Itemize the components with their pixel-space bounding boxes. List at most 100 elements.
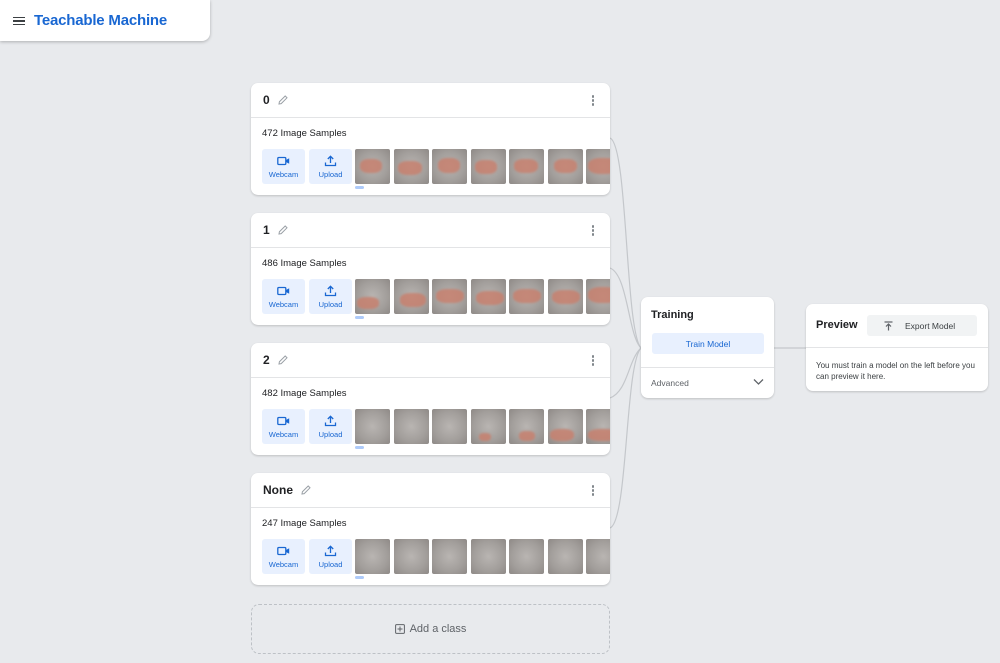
- thumbnail-scrollbar[interactable]: [355, 316, 364, 319]
- export-model-label: Export Model: [905, 320, 956, 331]
- more-vert-icon[interactable]: [591, 355, 595, 367]
- upload-icon: [324, 544, 337, 556]
- sample-thumbnail[interactable]: [547, 409, 583, 444]
- train-model-button[interactable]: Train Model: [652, 333, 764, 354]
- preview-message: You must train a model on the left befor…: [816, 361, 975, 381]
- sample-thumbnail[interactable]: [547, 539, 583, 574]
- hand-blob: [474, 160, 497, 174]
- sample-thumbnail[interactable]: [432, 149, 467, 184]
- webcam-label: Webcam: [268, 169, 299, 179]
- sample-thumbnail[interactable]: [509, 409, 544, 444]
- hand-blob: [475, 291, 504, 305]
- export-model-button[interactable]: Export Model: [867, 315, 977, 336]
- webcam-button[interactable]: Webcam: [262, 279, 305, 314]
- hand-blob: [513, 289, 541, 303]
- hand-blob: [514, 159, 538, 173]
- sample-thumbnail[interactable]: [509, 539, 544, 574]
- hand-blob: [549, 429, 574, 441]
- sample-count: 247 Image Samples: [262, 518, 347, 529]
- sample-thumbnail[interactable]: [470, 539, 506, 574]
- upload-button[interactable]: Upload: [309, 279, 352, 314]
- class-name[interactable]: None: [263, 483, 293, 497]
- class-header: 1: [251, 213, 610, 248]
- hand-blob: [357, 297, 379, 309]
- webcam-label: Webcam: [268, 429, 299, 439]
- sample-thumbnail[interactable]: [586, 279, 610, 314]
- training-title: Training: [651, 309, 694, 321]
- upload-label: Upload: [318, 559, 343, 569]
- class-name[interactable]: 1: [263, 223, 270, 237]
- webcam-button[interactable]: Webcam: [262, 149, 305, 184]
- preview-title: Preview: [816, 319, 858, 331]
- sample-thumbnail[interactable]: [432, 409, 467, 444]
- sample-thumbnail[interactable]: [547, 149, 583, 184]
- sample-thumbnail[interactable]: [432, 539, 467, 574]
- sample-thumbnail[interactable]: [393, 539, 429, 574]
- sample-thumbnail[interactable]: [586, 409, 610, 444]
- sample-thumbnails[interactable]: [355, 149, 610, 184]
- upload-label: Upload: [318, 169, 343, 179]
- hand-blob: [478, 433, 491, 441]
- hand-blob: [397, 161, 422, 175]
- advanced-label: Advanced: [651, 378, 689, 388]
- sample-thumbnail[interactable]: [509, 279, 544, 314]
- pencil-icon[interactable]: [300, 484, 312, 496]
- hand-blob: [553, 159, 577, 173]
- preview-panel: Preview Export Model You must train a mo…: [806, 304, 988, 391]
- sample-count: 486 Image Samples: [262, 258, 347, 269]
- sample-thumbnail[interactable]: [355, 539, 390, 574]
- hand-blob: [588, 429, 610, 441]
- export-icon: [884, 320, 893, 330]
- class-header: None: [251, 473, 610, 508]
- sample-count: 482 Image Samples: [262, 388, 347, 399]
- sample-thumbnail[interactable]: [509, 149, 544, 184]
- sample-thumbnail[interactable]: [586, 149, 610, 184]
- more-vert-icon[interactable]: [591, 225, 595, 237]
- upload-label: Upload: [318, 299, 343, 309]
- video-camera-icon: [277, 416, 290, 425]
- sample-thumbnail[interactable]: [470, 279, 506, 314]
- thumbnail-scrollbar[interactable]: [355, 186, 364, 189]
- sample-thumbnail[interactable]: [393, 409, 429, 444]
- sample-thumbnail[interactable]: [470, 149, 506, 184]
- sample-thumbnails[interactable]: [355, 279, 610, 314]
- upload-button[interactable]: Upload: [309, 409, 352, 444]
- video-camera-icon: [277, 286, 290, 295]
- add-class-button[interactable]: Add a class: [251, 604, 610, 654]
- hand-blob: [360, 159, 382, 173]
- sample-thumbnail[interactable]: [547, 279, 583, 314]
- sample-thumbnail[interactable]: [355, 409, 390, 444]
- webcam-label: Webcam: [268, 299, 299, 309]
- more-vert-icon[interactable]: [591, 485, 595, 497]
- advanced-toggle[interactable]: Advanced: [641, 368, 774, 398]
- class-card-1: 1 486 Image Samples Webcam Upload: [251, 213, 610, 325]
- sample-thumbnail[interactable]: [355, 149, 390, 184]
- hand-blob: [399, 293, 426, 307]
- sample-thumbnail[interactable]: [470, 409, 506, 444]
- sample-thumbnails[interactable]: [355, 539, 610, 574]
- class-card-0: 0 472 Image Samples Webcam Upload: [251, 83, 610, 195]
- class-header: 2: [251, 343, 610, 378]
- pencil-icon[interactable]: [277, 94, 289, 106]
- sample-thumbnail[interactable]: [393, 149, 429, 184]
- thumbnail-scrollbar[interactable]: [355, 576, 364, 579]
- training-panel: Training Train Model Advanced: [641, 297, 774, 398]
- webcam-button[interactable]: Webcam: [262, 409, 305, 444]
- pencil-icon[interactable]: [277, 224, 289, 236]
- upload-button[interactable]: Upload: [309, 539, 352, 574]
- pencil-icon[interactable]: [277, 354, 289, 366]
- more-vert-icon[interactable]: [591, 95, 595, 107]
- sample-thumbnail[interactable]: [432, 279, 467, 314]
- class-name[interactable]: 2: [263, 353, 270, 367]
- class-name[interactable]: 0: [263, 93, 270, 107]
- chevron-down-icon: [753, 379, 764, 385]
- menu-icon[interactable]: [13, 16, 26, 26]
- sample-thumbnails[interactable]: [355, 409, 610, 444]
- sample-thumbnail[interactable]: [586, 539, 610, 574]
- hand-blob: [436, 289, 464, 303]
- upload-button[interactable]: Upload: [309, 149, 352, 184]
- sample-thumbnail[interactable]: [355, 279, 390, 314]
- thumbnail-scrollbar[interactable]: [355, 446, 364, 449]
- sample-thumbnail[interactable]: [393, 279, 429, 314]
- webcam-button[interactable]: Webcam: [262, 539, 305, 574]
